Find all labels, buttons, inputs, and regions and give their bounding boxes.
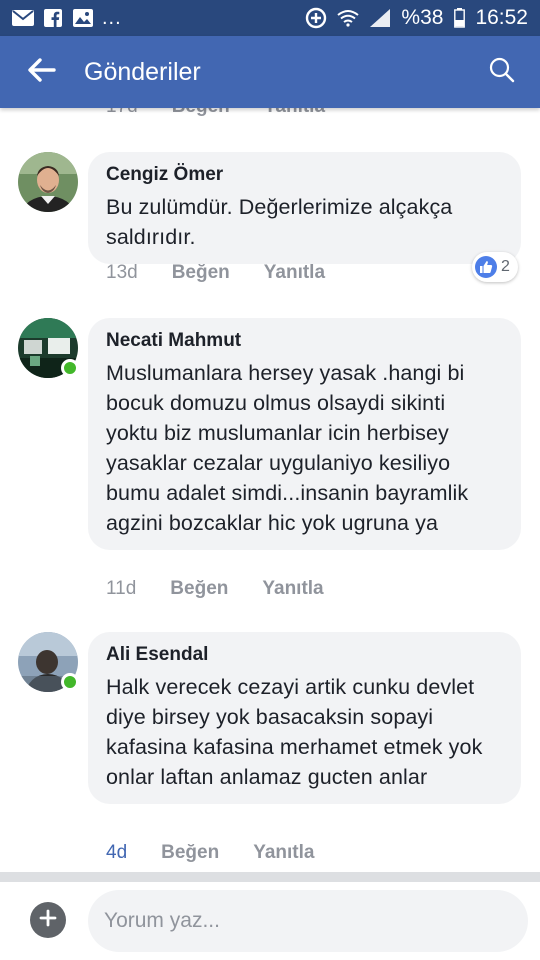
status-bar-left: ... bbox=[12, 7, 122, 30]
comment-bubble[interactable]: Cengiz Ömer Bu zulümdür. Değerlerimize a… bbox=[88, 152, 521, 264]
comment-list[interactable]: 17d Beğen Yanıtla Cengiz Ömer Bu zulümdü… bbox=[0, 108, 540, 872]
battery-percent: %38 bbox=[401, 6, 444, 29]
gallery-icon bbox=[72, 9, 94, 27]
page-title: Gönderiler bbox=[84, 57, 201, 86]
reaction-summary[interactable]: 2 bbox=[472, 252, 518, 282]
comment-time: 4d bbox=[106, 842, 128, 863]
search-icon bbox=[489, 57, 515, 88]
comment-bubble[interactable]: Ali Esendal Halk verecek cezayi artik cu… bbox=[88, 632, 521, 804]
online-status-dot bbox=[61, 673, 79, 691]
arrow-left-icon bbox=[28, 57, 56, 87]
like-reaction-icon bbox=[475, 256, 497, 278]
partial-comment-actions: 17d Beğen Yanıtla bbox=[106, 108, 325, 120]
comment-actions: 4d Beğen Yanıtla bbox=[106, 842, 314, 864]
reply-button[interactable]: Yanıtla bbox=[264, 108, 325, 120]
comment-author[interactable]: Ali Esendal bbox=[106, 644, 503, 666]
online-status-dot bbox=[61, 359, 79, 377]
comment-time: 11d bbox=[106, 578, 137, 599]
mail-icon bbox=[12, 9, 34, 27]
comment-text: Bu zulümdür. Değerlerimize alçakça saldı… bbox=[106, 195, 453, 249]
comment-text: Muslumanlara hersey yasak .hangi bi bocu… bbox=[106, 361, 469, 535]
signal-icon bbox=[369, 9, 391, 27]
like-button[interactable]: Beğen bbox=[170, 578, 228, 600]
back-button[interactable] bbox=[0, 36, 84, 108]
reaction-count: 2 bbox=[501, 258, 510, 275]
search-button[interactable] bbox=[464, 36, 540, 108]
data-saver-icon bbox=[305, 7, 327, 29]
facebook-icon bbox=[42, 9, 64, 27]
status-bar-right: %38 16:52 bbox=[305, 6, 528, 30]
comment-composer bbox=[0, 882, 540, 960]
like-button[interactable]: Beğen bbox=[172, 108, 230, 120]
app-bar: Gönderiler bbox=[0, 36, 540, 108]
comment-author[interactable]: Necati Mahmut bbox=[106, 330, 503, 352]
clock: 16:52 bbox=[475, 6, 528, 29]
like-button[interactable]: Beğen bbox=[161, 842, 219, 864]
comment-actions: 11d Beğen Yanıtla bbox=[106, 578, 324, 600]
add-attachment-button[interactable] bbox=[30, 902, 66, 938]
comment-time: 17d bbox=[106, 108, 138, 120]
comment-author[interactable]: Cengiz Ömer bbox=[106, 164, 503, 186]
avatar[interactable] bbox=[18, 152, 78, 212]
comment-actions: 13d Beğen Yanıtla bbox=[106, 262, 325, 284]
divider bbox=[0, 872, 540, 882]
comment-time: 13d bbox=[106, 262, 138, 283]
reply-button[interactable]: Yanıtla bbox=[253, 842, 314, 864]
plus-circle-icon bbox=[39, 909, 57, 932]
battery-icon bbox=[453, 8, 465, 28]
wifi-icon bbox=[337, 9, 360, 27]
comment-text: Halk verecek cezayi artik cunku devlet d… bbox=[106, 675, 483, 789]
more-notifications: ... bbox=[102, 6, 122, 29]
status-bar: ... %38 16:52 bbox=[0, 0, 540, 36]
comment-bubble[interactable]: Necati Mahmut Muslumanlara hersey yasak … bbox=[88, 318, 521, 550]
reply-button[interactable]: Yanıtla bbox=[262, 578, 323, 600]
reply-button[interactable]: Yanıtla bbox=[264, 262, 325, 284]
like-button[interactable]: Beğen bbox=[172, 262, 230, 284]
comment-input[interactable] bbox=[88, 890, 528, 952]
